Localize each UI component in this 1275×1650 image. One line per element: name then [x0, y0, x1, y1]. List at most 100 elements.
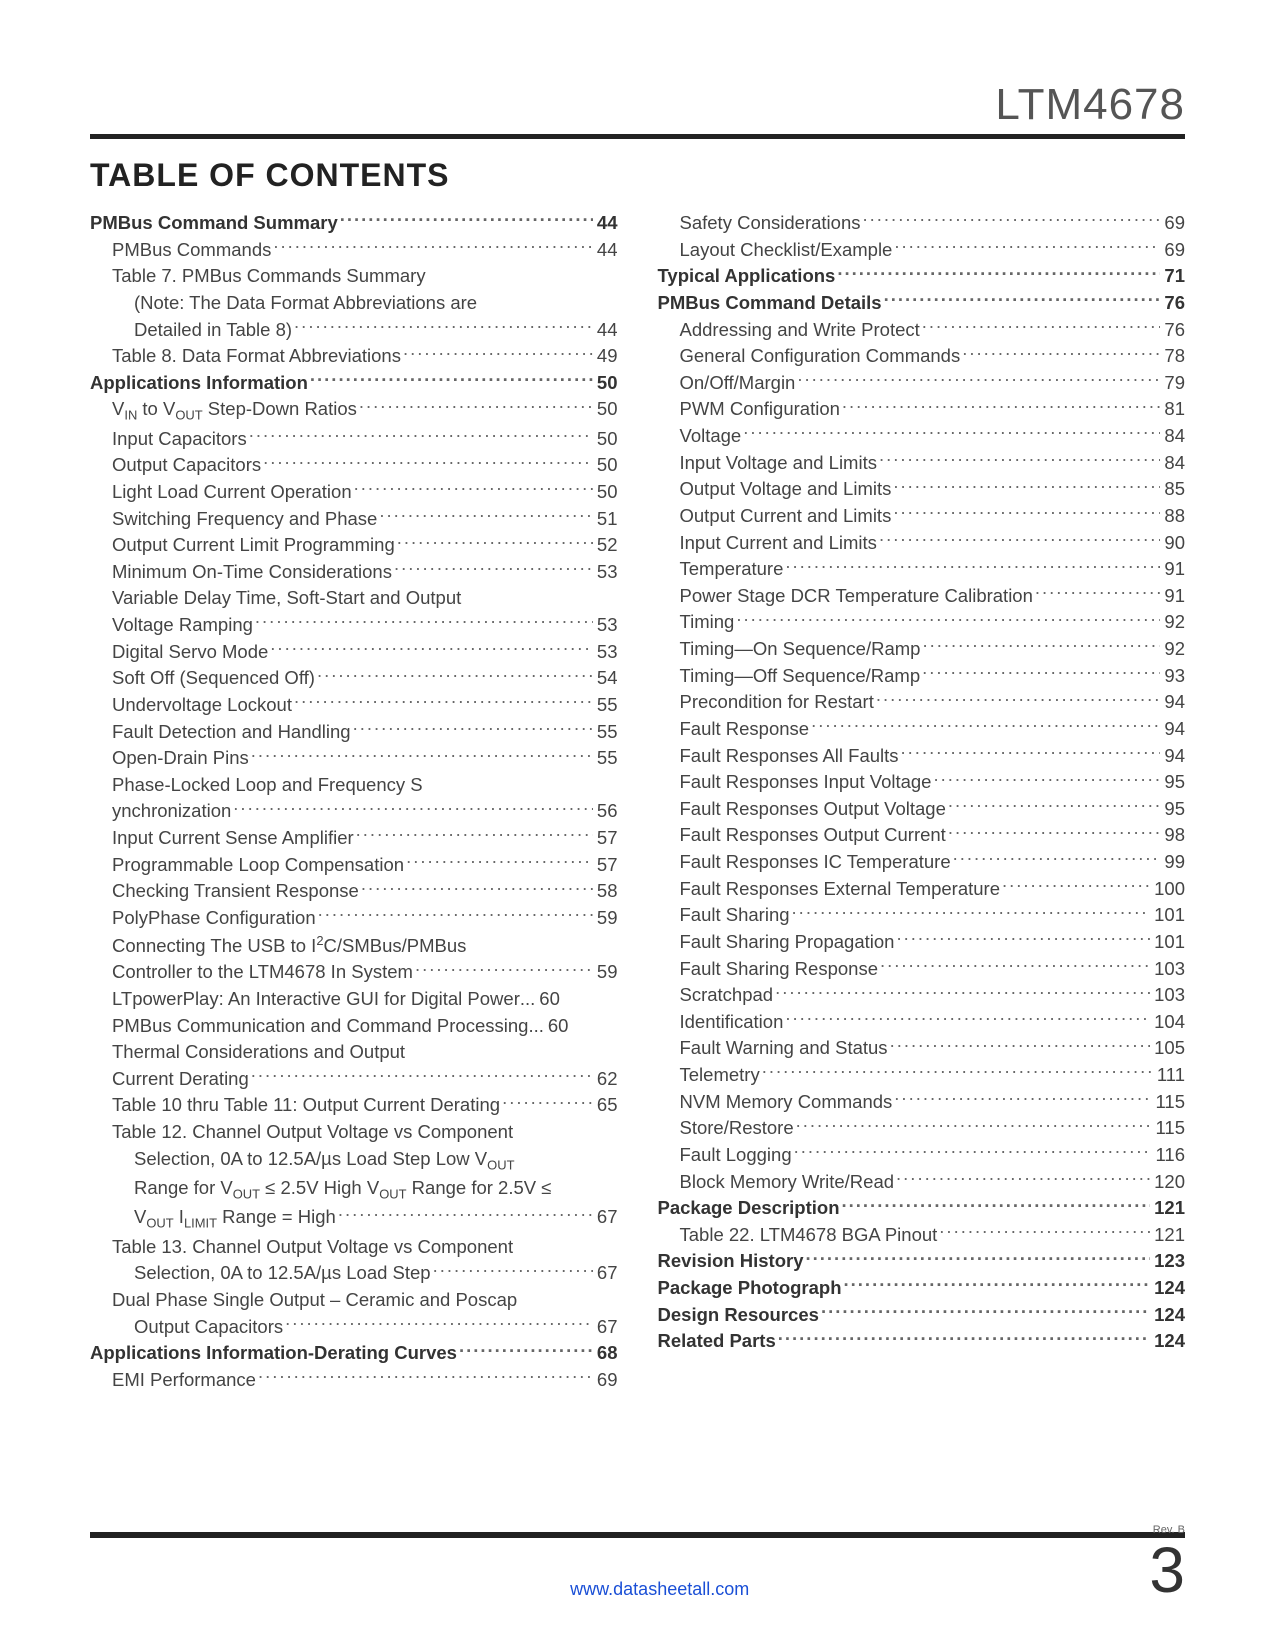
- toc-entry[interactable]: Typical Applications71: [658, 263, 1186, 290]
- toc-entry[interactable]: PolyPhase Configuration59: [90, 905, 618, 932]
- toc-entry[interactable]: Power Stage DCR Temperature Calibration9…: [658, 583, 1186, 610]
- toc-entry[interactable]: EMI Performance69: [90, 1367, 618, 1394]
- toc-entry[interactable]: Layout Checklist/Example69: [658, 237, 1186, 264]
- toc-dots: [882, 290, 1161, 309]
- toc-entry[interactable]: Revision History123: [658, 1248, 1186, 1275]
- toc-entry[interactable]: Input Current and Limits90: [658, 530, 1186, 557]
- toc-entry[interactable]: LTpowerPlay: An Interactive GUI for Digi…: [90, 986, 618, 1013]
- toc-dots: [790, 903, 1151, 922]
- toc-entry[interactable]: Digital Servo Mode53: [90, 639, 618, 666]
- toc-entry[interactable]: Fault Detection and Handling55: [90, 719, 618, 746]
- toc-entry[interactable]: PMBus Command Summary44: [90, 210, 618, 237]
- toc-entry[interactable]: PMBus Commands44: [90, 237, 618, 264]
- toc-entry-label: Phase-Locked Loop and Frequency S: [112, 772, 423, 799]
- toc-entry[interactable]: Package Description121: [658, 1195, 1186, 1222]
- toc-entry[interactable]: VIN to VOUT Step-Down Ratios50: [90, 396, 618, 425]
- toc-entry[interactable]: Voltage84: [658, 423, 1186, 450]
- toc-entry[interactable]: Dual Phase Single Output – Ceramic and P…: [90, 1287, 618, 1314]
- toc-entry[interactable]: Addressing and Write Protect76: [658, 317, 1186, 344]
- toc-entry[interactable]: Timing—Off Sequence/Ramp93: [658, 663, 1186, 690]
- toc-entry[interactable]: Block Memory Write/Read120: [658, 1169, 1186, 1196]
- toc-dots: [809, 716, 1160, 735]
- toc-entry[interactable]: Detailed in Table 8)44: [90, 317, 618, 344]
- toc-entry[interactable]: Timing92: [658, 609, 1186, 636]
- toc-entry[interactable]: Programmable Loop Compensation57: [90, 852, 618, 879]
- toc-entry[interactable]: Range for VOUT ≤ 2.5V High VOUT Range fo…: [90, 1175, 618, 1204]
- toc-entry[interactable]: Output Capacitors67: [90, 1314, 618, 1341]
- toc-entry[interactable]: Input Voltage and Limits84: [658, 450, 1186, 477]
- toc-entry[interactable]: PMBus Command Details76: [658, 290, 1186, 317]
- toc-entry[interactable]: Applications Information-Derating Curves…: [90, 1340, 618, 1367]
- toc-entry[interactable]: Package Photograph124: [658, 1275, 1186, 1302]
- toc-entry[interactable]: Fault Logging116: [658, 1142, 1186, 1169]
- toc-entry[interactable]: Fault Sharing Propagation101: [658, 929, 1186, 956]
- toc-entry[interactable]: (Note: The Data Format Abbreviations are: [90, 290, 618, 317]
- toc-entry[interactable]: Controller to the LTM4678 In System59: [90, 959, 618, 986]
- toc-dots: [794, 1116, 1152, 1135]
- toc-entry[interactable]: Output Capacitors50: [90, 452, 618, 479]
- toc-entry[interactable]: Table 22. LTM4678 BGA Pinout121: [658, 1222, 1186, 1249]
- toc-entry[interactable]: On/Off/Margin79: [658, 370, 1186, 397]
- toc-entry[interactable]: Fault Sharing101: [658, 902, 1186, 929]
- toc-entry[interactable]: Related Parts124: [658, 1328, 1186, 1355]
- toc-entry[interactable]: Table 13. Channel Output Voltage vs Comp…: [90, 1234, 618, 1261]
- toc-dots: [920, 637, 1160, 656]
- toc-entry[interactable]: Thermal Considerations and Output: [90, 1039, 618, 1066]
- toc-entry[interactable]: Identification104: [658, 1009, 1186, 1036]
- toc-entry[interactable]: Fault Responses IC Temperature99: [658, 849, 1186, 876]
- toc-entry[interactable]: General Configuration Commands78: [658, 343, 1186, 370]
- toc-dots: [256, 1367, 593, 1386]
- toc-entry[interactable]: VOUT ILIMIT Range = High67: [90, 1204, 618, 1233]
- toc-entry-label: LTpowerPlay: An Interactive GUI for Digi…: [112, 986, 520, 1013]
- toc-entry[interactable]: Light Load Current Operation50: [90, 479, 618, 506]
- toc-entry[interactable]: Fault Warning and Status105: [658, 1035, 1186, 1062]
- toc-entry[interactable]: Soft Off (Sequenced Off)54: [90, 665, 618, 692]
- toc-entry[interactable]: Fault Responses Output Voltage95: [658, 796, 1186, 823]
- toc-entry-label: Table 7. PMBus Commands Summary: [112, 263, 426, 290]
- toc-entry[interactable]: Minimum On-Time Considerations53: [90, 559, 618, 586]
- toc-entry[interactable]: ynchronization56: [90, 798, 618, 825]
- toc-entry[interactable]: Selection, 0A to 12.5A/µs Load Step67: [90, 1260, 618, 1287]
- toc-entry-label: On/Off/Margin: [680, 370, 796, 397]
- toc-entry[interactable]: Input Capacitors50: [90, 426, 618, 453]
- toc-entry[interactable]: Precondition for Restart94: [658, 689, 1186, 716]
- toc-entry[interactable]: Scratchpad103: [658, 982, 1186, 1009]
- toc-entry[interactable]: Current Derating62: [90, 1066, 618, 1093]
- toc-entry[interactable]: Variable Delay Time, Soft-Start and Outp…: [90, 585, 618, 612]
- toc-entry[interactable]: Temperature91: [658, 556, 1186, 583]
- toc-entry[interactable]: Applications Information50: [90, 370, 618, 397]
- toc-entry[interactable]: Safety Considerations69: [658, 210, 1186, 237]
- toc-entry[interactable]: PWM Configuration81: [658, 396, 1186, 423]
- toc-dots: [899, 743, 1161, 762]
- footer-url[interactable]: www.datasheetall.com: [170, 1579, 1149, 1600]
- toc-entry[interactable]: Fault Responses Input Voltage95: [658, 769, 1186, 796]
- toc-entry[interactable]: Timing—On Sequence/Ramp92: [658, 636, 1186, 663]
- toc-entry[interactable]: Table 7. PMBus Commands Summary: [90, 263, 618, 290]
- toc-entry[interactable]: Output Voltage and Limits85: [658, 476, 1186, 503]
- toc-entry[interactable]: Input Current Sense Amplifier57: [90, 825, 618, 852]
- toc-entry[interactable]: Switching Frequency and Phase51: [90, 506, 618, 533]
- toc-entry-label: Connecting The USB to I2C/SMBus/PMBus: [112, 932, 466, 960]
- toc-entry[interactable]: Table 12. Channel Output Voltage vs Comp…: [90, 1119, 618, 1146]
- toc-entry[interactable]: Phase-Locked Loop and Frequency S: [90, 772, 618, 799]
- toc-entry[interactable]: Connecting The USB to I2C/SMBus/PMBus: [90, 932, 618, 960]
- toc-entry[interactable]: Fault Responses All Faults94: [658, 743, 1186, 770]
- toc-entry[interactable]: Table 8. Data Format Abbreviations49: [90, 343, 618, 370]
- toc-entry[interactable]: Fault Responses Output Current98: [658, 822, 1186, 849]
- toc-entry[interactable]: Output Current and Limits88: [658, 503, 1186, 530]
- toc-entry[interactable]: PMBus Communication and Command Processi…: [90, 1013, 618, 1040]
- toc-entry[interactable]: Open-Drain Pins55: [90, 745, 618, 772]
- toc-entry[interactable]: Store/Restore115: [658, 1115, 1186, 1142]
- toc-entry[interactable]: Fault Response94: [658, 716, 1186, 743]
- toc-entry[interactable]: Fault Sharing Response103: [658, 956, 1186, 983]
- toc-entry[interactable]: Fault Responses External Temperature100: [658, 876, 1186, 903]
- toc-entry[interactable]: Telemetry111: [658, 1062, 1186, 1089]
- toc-entry[interactable]: NVM Memory Commands115: [658, 1089, 1186, 1116]
- toc-entry[interactable]: Voltage Ramping53: [90, 612, 618, 639]
- toc-entry[interactable]: Design Resources124: [658, 1302, 1186, 1329]
- toc-entry[interactable]: Table 10 thru Table 11: Output Current D…: [90, 1092, 618, 1119]
- toc-entry[interactable]: Undervoltage Lockout55: [90, 692, 618, 719]
- toc-entry[interactable]: Checking Transient Response58: [90, 878, 618, 905]
- toc-entry[interactable]: Output Current Limit Programming52: [90, 532, 618, 559]
- toc-entry[interactable]: Selection, 0A to 12.5A/µs Load Step Low …: [90, 1146, 618, 1175]
